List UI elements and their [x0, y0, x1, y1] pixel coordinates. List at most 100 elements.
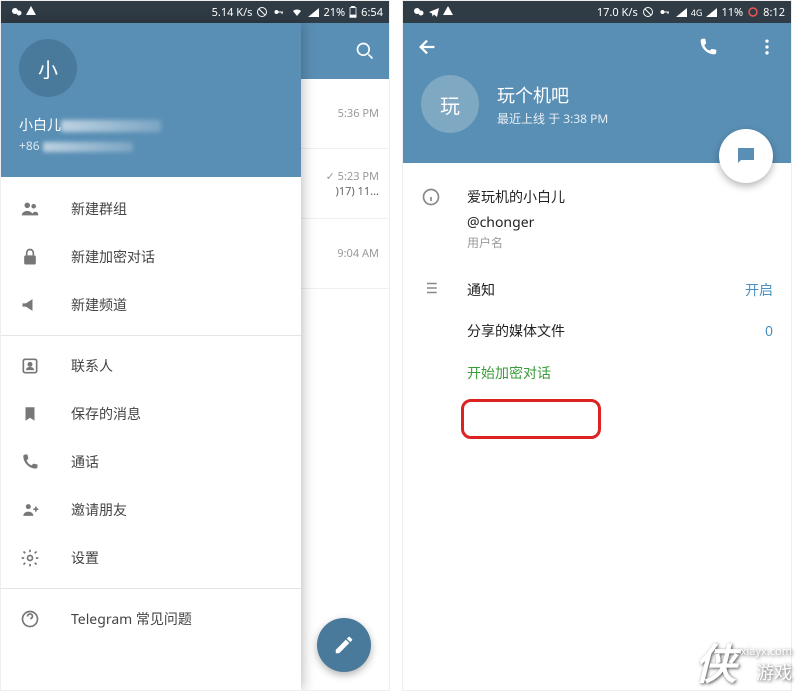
menu-settings[interactable]: 设置 [1, 534, 301, 582]
menu-label: 邀请朋友 [71, 500, 127, 520]
chat-row[interactable]: 5:36 PM [299, 79, 389, 149]
setting-label: 分享的媒体文件 [467, 321, 741, 341]
lock-icon [19, 246, 41, 268]
drawer-header: 小 小白儿 +86 [1, 23, 301, 177]
battery-text: 21% [323, 5, 345, 20]
chat-list-bg: 5:36 PM ✓ 5:23 PM )17) 11... 9:04 AM [299, 23, 389, 690]
bio-text: 爱玩机的小白儿 [467, 187, 773, 207]
compose-fab[interactable] [317, 618, 371, 672]
group-icon [19, 198, 41, 220]
pencil-icon [333, 634, 355, 656]
menu-calls[interactable]: 通话 [1, 438, 301, 486]
wechat-icon [413, 6, 425, 18]
info-icon [421, 187, 443, 209]
profile-avatar[interactable]: 玩 [421, 75, 479, 133]
net-text: 4G [691, 6, 703, 19]
notify-value: 开启 [745, 280, 773, 300]
menu-label: 联系人 [71, 356, 113, 376]
shared-media-row[interactable]: 分享的媒体文件 0 [467, 311, 773, 351]
menu-invite[interactable]: 邀请朋友 [1, 486, 301, 534]
chat-time: ✓ 5:23 PM [309, 169, 379, 184]
encrypt-label: 开始加密对话 [467, 364, 551, 383]
menu-label: 保存的消息 [71, 404, 141, 424]
watermark-url: xiayx.com [741, 644, 792, 659]
menu-label: 新建加密对话 [71, 247, 155, 267]
wechat-icon [11, 6, 23, 18]
menu-new-channel[interactable]: 新建频道 [1, 281, 301, 329]
battery-text: 11% [721, 5, 743, 20]
menu-label: 新建群组 [71, 199, 127, 219]
menu-saved[interactable]: 保存的消息 [1, 390, 301, 438]
help-icon [19, 608, 41, 630]
status-bar: 17.0 K/s 4G 11% 8:12 [403, 1, 791, 23]
divider [1, 588, 301, 589]
media-count: 0 [765, 322, 773, 341]
menu-new-group[interactable]: 新建群组 [1, 185, 301, 233]
key-icon [658, 6, 672, 18]
bookmark-icon [19, 403, 41, 425]
phone-left: 5.14 K/s 21% 6:54 5:36 PM ✓ 5:23 PM )17)… [0, 0, 390, 691]
speed-text: 5.14 K/s [212, 5, 253, 20]
divider [1, 335, 301, 336]
phone-right: 17.0 K/s 4G 11% 8:12 玩 玩个机吧 最近上线 于 3:38 … [402, 0, 792, 691]
menu-label: 新建频道 [71, 295, 127, 315]
watermark-cn: 游戏 [741, 659, 792, 685]
contacts-icon [19, 355, 41, 377]
signal-icon [706, 8, 717, 17]
battery-icon [349, 6, 357, 18]
list-icon [421, 279, 443, 301]
megaphone-icon [19, 294, 41, 316]
nav-drawer: 小 小白儿 +86 新建群组 新建加密对话 新建频道 [1, 23, 301, 690]
time-text: 8:12 [763, 5, 785, 20]
chat-header [299, 23, 389, 79]
user-phone: +86 [19, 137, 283, 154]
invite-icon [19, 499, 41, 521]
profile-subtitle: 最近上线 于 3:38 PM [497, 110, 608, 127]
message-fab[interactable] [719, 129, 773, 183]
user-name: 小白儿 [19, 115, 283, 135]
menu-label: Telegram 常见问题 [71, 609, 192, 629]
chat-time: 9:04 AM [309, 246, 379, 261]
chat-row[interactable]: ✓ 5:23 PM )17) 11... [299, 149, 389, 219]
menu-new-secret[interactable]: 新建加密对话 [1, 233, 301, 281]
watermark-logo: 侠 [695, 643, 737, 685]
topbar [403, 23, 791, 71]
chat-row[interactable]: 9:04 AM [299, 219, 389, 289]
menu-label: 设置 [71, 548, 99, 568]
call-icon[interactable] [697, 36, 719, 58]
username-text[interactable]: @chonger [467, 213, 773, 232]
wifi-icon [290, 6, 304, 18]
menu-list: 新建群组 新建加密对话 新建频道 联系人 保存的消息 [1, 177, 301, 651]
watermark: 侠 xiayx.com 游戏 [695, 643, 792, 685]
start-secret-chat[interactable]: 开始加密对话 [467, 351, 773, 393]
chat-snippet: )17) 11... [309, 184, 379, 199]
notifications-row[interactable]: 通知 开启 [421, 269, 773, 311]
menu-label: 通话 [71, 452, 99, 472]
highlight-start-secret [461, 399, 601, 439]
profile-title: 玩个机吧 [497, 82, 608, 108]
phone-icon [19, 451, 41, 473]
warning-icon [443, 6, 453, 15]
signal-icon [676, 8, 687, 17]
setting-label: 通知 [467, 280, 721, 300]
status-bar: 5.14 K/s 21% 6:54 [1, 1, 389, 23]
signal-icon [308, 8, 319, 17]
back-icon[interactable] [417, 36, 439, 58]
username-label: 用户名 [467, 234, 773, 251]
menu-faq[interactable]: Telegram 常见问题 [1, 595, 301, 643]
time-text: 6:54 [361, 5, 383, 20]
battery-ring-icon [747, 6, 759, 18]
menu-contacts[interactable]: 联系人 [1, 342, 301, 390]
more-icon[interactable] [757, 36, 777, 58]
chat-icon [734, 144, 758, 168]
chat-time: 5:36 PM [309, 106, 379, 121]
key-icon [272, 6, 286, 18]
search-icon[interactable] [355, 41, 375, 61]
nosim-icon [642, 6, 654, 18]
warning-icon [26, 6, 36, 15]
telegram-icon [428, 6, 440, 18]
gear-icon [19, 547, 41, 569]
avatar[interactable]: 小 [19, 39, 77, 97]
nosim-icon [256, 6, 268, 18]
info-section: 爱玩机的小白儿 @chonger 用户名 通知 开启 分享的媒体文件 0 开始加… [403, 163, 791, 403]
